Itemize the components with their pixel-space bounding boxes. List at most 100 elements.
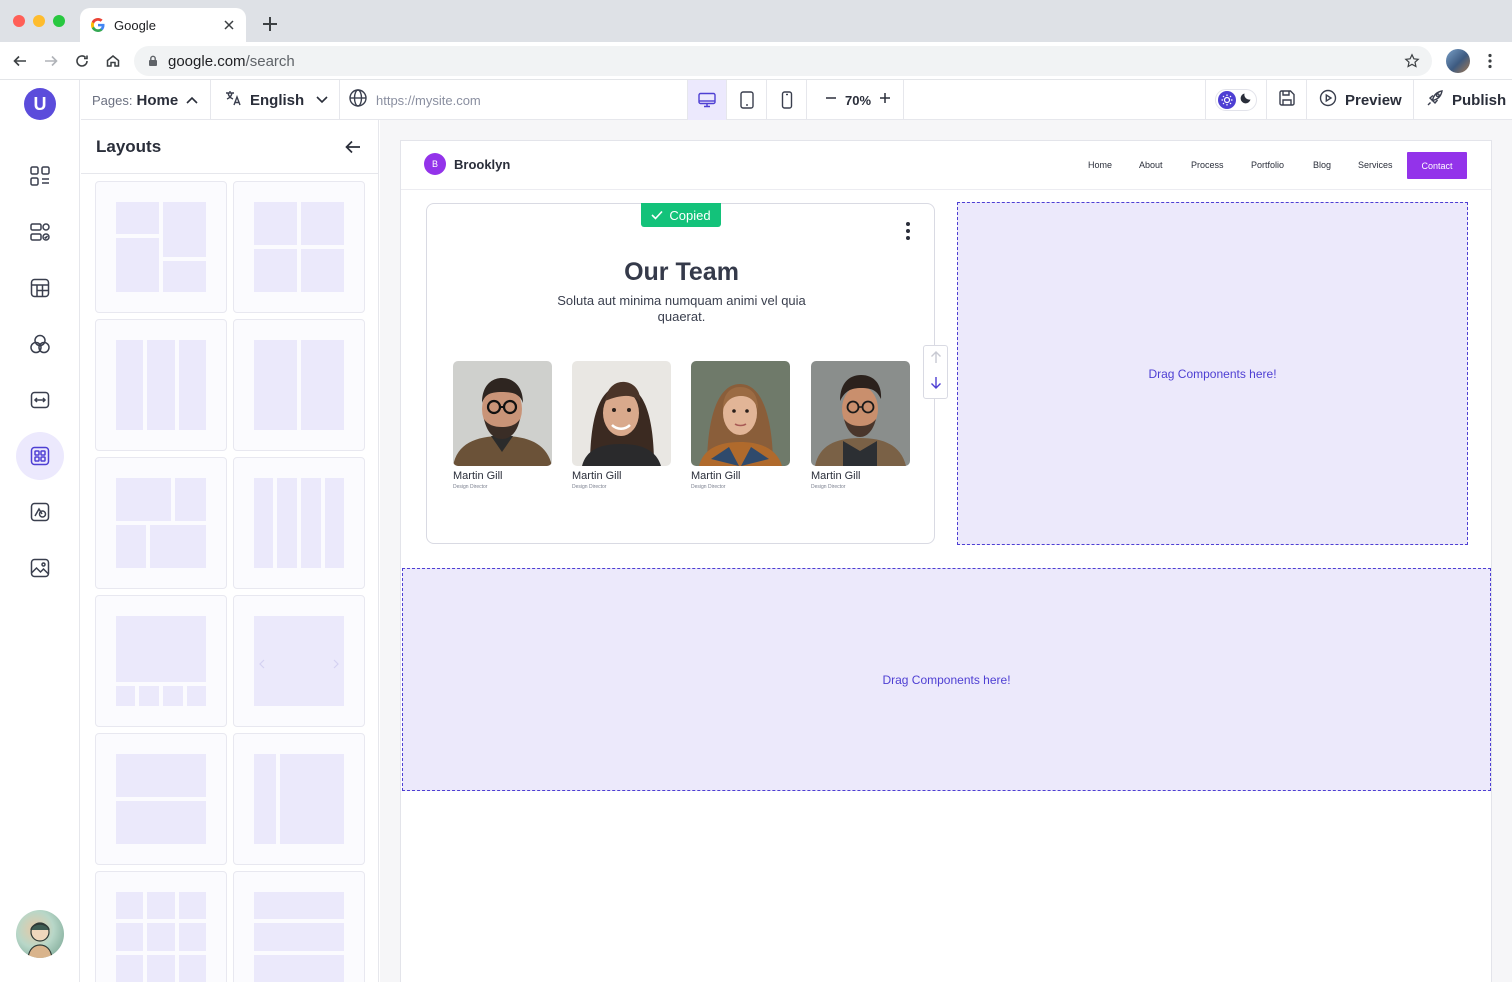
- layout-option[interactable]: [95, 733, 227, 865]
- team-subtitle: Soluta aut minima numquam animi vel quia…: [557, 293, 806, 324]
- language-selector[interactable]: English: [211, 80, 340, 120]
- nav-link-about[interactable]: About: [1139, 160, 1163, 170]
- layout-option[interactable]: [233, 733, 365, 865]
- member-role: Design Director: [691, 484, 726, 490]
- page-preview: B Brooklyn Home About Process Portfolio …: [400, 140, 1492, 982]
- member-role: Design Director: [811, 484, 846, 490]
- layout-option[interactable]: [233, 595, 365, 727]
- table-icon[interactable]: [16, 264, 64, 312]
- close-tab-icon[interactable]: [222, 18, 236, 32]
- copied-badge: Copied: [641, 203, 721, 227]
- team-member-card: Martin Gill Design Director: [453, 361, 552, 490]
- checklist-icon[interactable]: [16, 208, 64, 256]
- browser-tab-bar: Google: [0, 0, 1512, 42]
- resize-horizontal-icon[interactable]: [16, 376, 64, 424]
- arrow-up-icon[interactable]: [930, 350, 942, 369]
- preview-button[interactable]: Preview: [1307, 80, 1414, 120]
- chevron-left-icon: [259, 656, 265, 674]
- browser-tab[interactable]: Google: [80, 8, 246, 42]
- zoom-in-icon[interactable]: [879, 91, 891, 109]
- desktop-view-button[interactable]: [687, 80, 727, 120]
- panel-title: Layouts: [96, 136, 162, 156]
- layout-option[interactable]: [95, 181, 227, 313]
- nav-link-services[interactable]: Services: [1358, 160, 1393, 170]
- current-page: Home: [136, 91, 179, 109]
- block-menu-icon[interactable]: [903, 220, 913, 242]
- layout-option[interactable]: [95, 871, 227, 982]
- user-avatar[interactable]: [16, 910, 64, 958]
- layout-option[interactable]: [233, 871, 365, 982]
- tablet-view-button[interactable]: [727, 80, 767, 120]
- layout-option[interactable]: [95, 595, 227, 727]
- sun-icon: [1218, 91, 1236, 109]
- site-url-field[interactable]: https://mysite.com: [340, 80, 687, 120]
- app-logo[interactable]: U: [24, 88, 56, 120]
- play-icon: [1319, 89, 1337, 112]
- chevron-up-icon: [186, 91, 198, 109]
- team-member-card: Martin Gill Design Director: [811, 361, 910, 490]
- layout-option[interactable]: [233, 457, 365, 589]
- drop-zone[interactable]: Drag Components here!: [957, 202, 1468, 545]
- layout-option[interactable]: [95, 457, 227, 589]
- layout-option[interactable]: [233, 319, 365, 451]
- member-name: Martin Gill: [811, 470, 861, 482]
- team-section[interactable]: Copied Our Team Soluta aut minima numqua…: [426, 203, 948, 544]
- browser-menu-icon[interactable]: [1483, 51, 1497, 71]
- publish-label: Publish: [1452, 91, 1507, 109]
- nav-link-portfolio[interactable]: Portfolio: [1251, 160, 1284, 170]
- drop-zone[interactable]: Drag Components here!: [402, 568, 1491, 791]
- image-icon[interactable]: [16, 544, 64, 592]
- site-url: https://mysite.com: [376, 92, 481, 108]
- zoom-out-icon[interactable]: [825, 91, 837, 109]
- reload-icon[interactable]: [72, 51, 92, 71]
- tab-title: Google: [114, 17, 156, 33]
- check-icon: [651, 208, 663, 223]
- back-icon[interactable]: [10, 51, 30, 71]
- team-member-card: Martin Gill Design Director: [572, 361, 671, 490]
- arrow-left-icon[interactable]: [344, 138, 362, 156]
- editor-canvas: B Brooklyn Home About Process Portfolio …: [380, 120, 1512, 982]
- theme-toggle[interactable]: [1215, 89, 1257, 111]
- grid-icon[interactable]: [16, 152, 64, 200]
- reorder-controls: [923, 345, 948, 399]
- media-shapes-icon[interactable]: [16, 488, 64, 536]
- drop-zone-label: Drag Components here!: [1148, 366, 1277, 381]
- arrow-down-icon[interactable]: [930, 376, 942, 395]
- forward-icon[interactable]: [41, 51, 61, 71]
- member-name: Martin Gill: [572, 470, 622, 482]
- rocket-icon: [1426, 89, 1444, 112]
- minimize-window-button[interactable]: [33, 15, 45, 27]
- home-icon[interactable]: [103, 51, 123, 71]
- profile-avatar[interactable]: [1446, 49, 1470, 73]
- layouts-icon[interactable]: [16, 432, 64, 480]
- maximize-window-button[interactable]: [53, 15, 65, 27]
- nav-link-process[interactable]: Process: [1191, 160, 1224, 170]
- site-navbar[interactable]: B Brooklyn Home About Process Portfolio …: [401, 141, 1491, 190]
- browser-address-bar: google.com/search: [0, 42, 1512, 80]
- close-window-button[interactable]: [13, 15, 25, 27]
- moon-icon: [1240, 91, 1253, 109]
- mobile-view-button[interactable]: [767, 80, 807, 120]
- address-input[interactable]: google.com/search: [134, 46, 1432, 76]
- layout-option[interactable]: [233, 181, 365, 313]
- nav-link-home[interactable]: Home: [1088, 160, 1112, 170]
- preview-label: Preview: [1345, 91, 1402, 109]
- new-tab-icon[interactable]: [260, 14, 280, 34]
- contact-button[interactable]: Contact: [1407, 152, 1467, 179]
- bookmark-star-icon[interactable]: [1404, 53, 1420, 69]
- brand-logo: B: [424, 153, 446, 175]
- save-button[interactable]: [1267, 80, 1307, 120]
- layout-option[interactable]: [95, 319, 227, 451]
- translate-icon: [224, 89, 242, 112]
- google-icon: [90, 17, 106, 33]
- chevron-right-icon: [333, 656, 339, 674]
- shapes-icon[interactable]: [16, 320, 64, 368]
- save-icon: [1278, 89, 1296, 112]
- publish-button[interactable]: Publish: [1414, 80, 1512, 120]
- member-photo: [691, 361, 790, 466]
- copied-label: Copied: [669, 207, 711, 223]
- brand-name: Brooklyn: [454, 157, 511, 172]
- member-role: Design Director: [572, 484, 607, 490]
- pages-selector[interactable]: Pages: Home: [81, 80, 211, 120]
- nav-link-blog[interactable]: Blog: [1313, 160, 1331, 170]
